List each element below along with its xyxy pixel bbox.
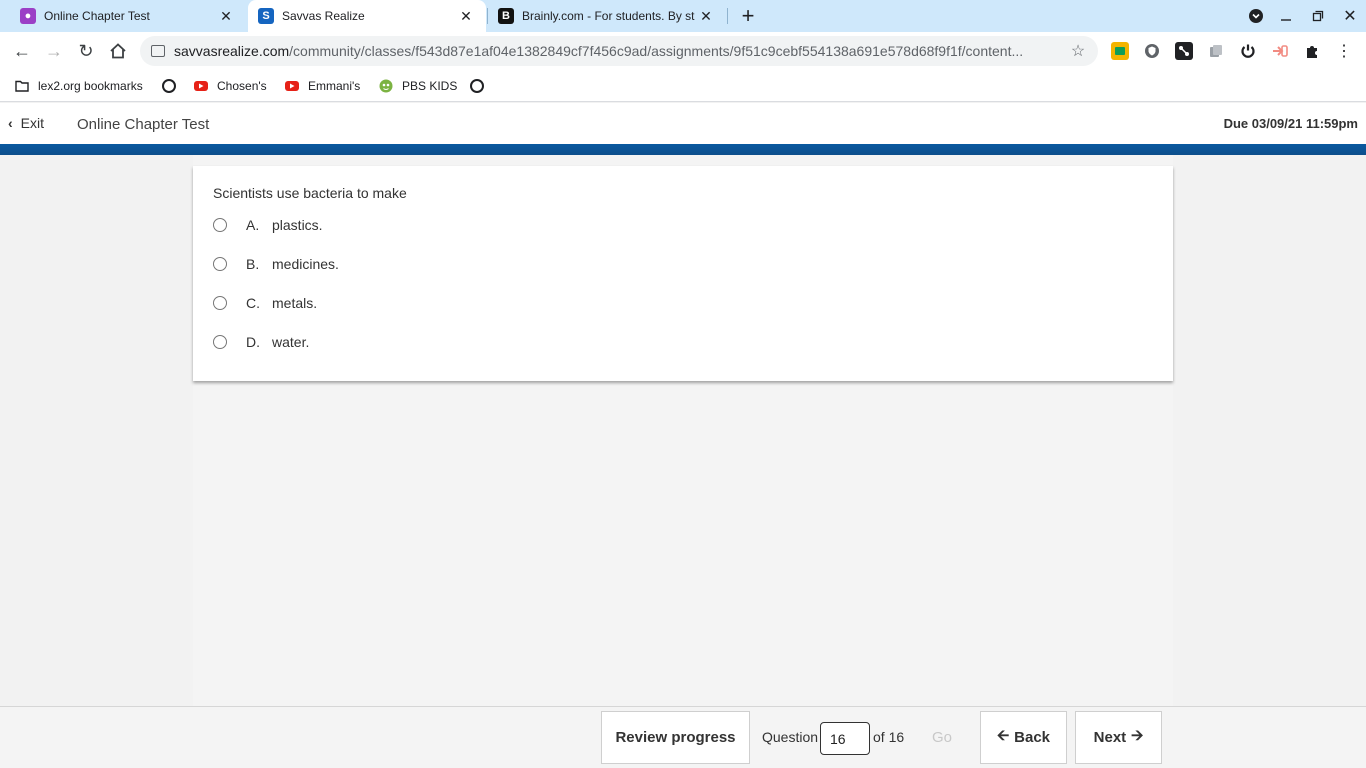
tab-online-chapter-test[interactable]: ● Online Chapter Test ✕ — [0, 0, 246, 32]
reload-icon[interactable]: ↻ — [74, 39, 98, 63]
savvas-icon: S — [258, 8, 274, 24]
bookmark-lex2[interactable]: lex2.org bookmarks — [15, 77, 143, 95]
bookmark-globe-2[interactable] — [470, 77, 493, 95]
bookmark-label: lex2.org bookmarks — [38, 79, 143, 93]
choice-letter: D. — [246, 334, 260, 350]
close-icon[interactable]: ✕ — [698, 8, 714, 24]
classroom-icon: ● — [20, 8, 36, 24]
site-info-icon[interactable] — [151, 45, 165, 57]
back-button[interactable]: 🡨 Back — [980, 711, 1067, 764]
choice-text: metals. — [272, 295, 318, 311]
choice-text: water. — [272, 334, 310, 350]
url-path: /community/classes/f543d87e1af04e1382849… — [289, 43, 1024, 59]
copy-extension-icon[interactable] — [1207, 42, 1225, 60]
youtube-icon — [285, 81, 299, 91]
back-arrow-icon[interactable]: ← — [10, 39, 34, 63]
close-icon[interactable]: ✕ — [218, 8, 234, 24]
globe-icon — [162, 79, 176, 93]
bookmark-emmanis[interactable]: Emmani's — [285, 77, 360, 95]
page-title: Online Chapter Test — [77, 116, 210, 133]
radio-button[interactable] — [213, 257, 227, 271]
next-label: Next — [1093, 729, 1127, 746]
go-button[interactable]: Go — [914, 711, 970, 764]
url-text: savvasrealize.com/community/classes/f543… — [174, 43, 1068, 59]
close-icon[interactable]: ✕ — [458, 8, 474, 24]
url-host: savvasrealize.com — [174, 43, 290, 59]
review-progress-button[interactable]: Review progress — [601, 711, 750, 764]
exit-label: Exit — [20, 115, 45, 131]
chevron-left-icon: ‹ — [8, 115, 13, 131]
tab-search-icon[interactable] — [1244, 4, 1268, 28]
tab-divider — [727, 8, 728, 24]
answer-choice-b[interactable]: B. medicines. — [213, 254, 339, 274]
new-tab-plus-icon[interactable]: + — [736, 3, 760, 28]
choice-text: medicines. — [272, 256, 339, 272]
answer-choice-a[interactable]: A. plastics. — [213, 215, 323, 235]
bookmark-label: PBS KIDS — [402, 79, 458, 93]
next-button[interactable]: Next 🡪 — [1075, 711, 1162, 764]
minimize-icon[interactable] — [1274, 4, 1298, 28]
power-extension-icon[interactable] — [1239, 42, 1257, 60]
more-menu-icon[interactable]: ⋮ — [1335, 42, 1353, 60]
tab-title: Brainly.com - For students. By st — [522, 9, 695, 23]
puzzle-grid-extension-icon[interactable] — [1175, 42, 1193, 60]
assessment-header: ‹ Exit Online Chapter Test Due 03/09/21 … — [0, 103, 1366, 144]
back-label: Back — [1014, 729, 1051, 746]
question-prompt: Scientists use bacteria to make — [213, 185, 407, 201]
answer-choice-c[interactable]: C. metals. — [213, 293, 317, 313]
choice-letter: C. — [246, 295, 260, 311]
bookmark-chosens[interactable]: Chosen's — [194, 77, 267, 95]
globe-icon — [470, 79, 484, 93]
question-total-label: of 16 — [873, 729, 905, 745]
bookmark-pbs-kids[interactable]: PBS KIDS — [379, 77, 457, 95]
radio-button[interactable] — [213, 296, 227, 310]
tab-brainly[interactable]: B Brainly.com - For students. By st ✕ — [488, 0, 726, 32]
radio-button[interactable] — [213, 335, 227, 349]
tab-savvas-realize[interactable]: S Savvas Realize ✕ — [248, 0, 486, 32]
question-label: Question — [762, 729, 819, 745]
due-date: Due 03/09/21 11:59pm — [1223, 116, 1358, 131]
tab-title: Savvas Realize — [282, 9, 365, 23]
youtube-icon — [194, 81, 208, 91]
bookmark-label: Emmani's — [308, 79, 361, 93]
google-classroom-extension-icon[interactable] — [1111, 42, 1129, 60]
share-extension-icon[interactable] — [1271, 42, 1289, 60]
tab-title: Online Chapter Test — [44, 9, 150, 23]
arrow-left-icon: 🡨 — [996, 727, 1010, 744]
choice-letter: A. — [246, 217, 260, 233]
answer-choice-d[interactable]: D. water. — [213, 332, 309, 352]
home-icon[interactable] — [106, 39, 130, 63]
shield-extension-icon[interactable] — [1143, 42, 1161, 60]
exit-button[interactable]: ‹ Exit — [8, 115, 44, 131]
choice-text: plastics. — [272, 217, 323, 233]
folder-icon — [15, 79, 29, 93]
radio-button[interactable] — [213, 218, 227, 232]
restore-icon[interactable] — [1306, 4, 1330, 28]
brainly-icon: B — [498, 8, 514, 24]
address-bar[interactable]: savvasrealize.com/community/classes/f543… — [140, 36, 1098, 66]
bookmark-label: Chosen's — [217, 79, 267, 93]
bookmark-globe-1[interactable] — [162, 77, 185, 95]
question-number-input[interactable] — [820, 722, 870, 755]
question-card: Scientists use bacteria to make A. plast… — [193, 166, 1173, 381]
tab-strip: ● Online Chapter Test ✕ S Savvas Realize… — [0, 0, 1366, 32]
bookmarks-bar: lex2.org bookmarks Chosen's Emmani's PBS… — [0, 70, 1366, 102]
bookmark-star-icon[interactable]: ☆ — [1068, 41, 1088, 61]
header-accent-bar — [0, 144, 1366, 155]
extensions-puzzle-icon[interactable] — [1303, 42, 1321, 60]
pbs-kids-icon — [379, 79, 393, 93]
arrow-right-icon: 🡪 — [1131, 727, 1144, 744]
close-window-icon[interactable]: ✕ — [1338, 4, 1362, 28]
forward-arrow-icon[interactable]: → — [42, 39, 66, 63]
choice-letter: B. — [246, 256, 260, 272]
